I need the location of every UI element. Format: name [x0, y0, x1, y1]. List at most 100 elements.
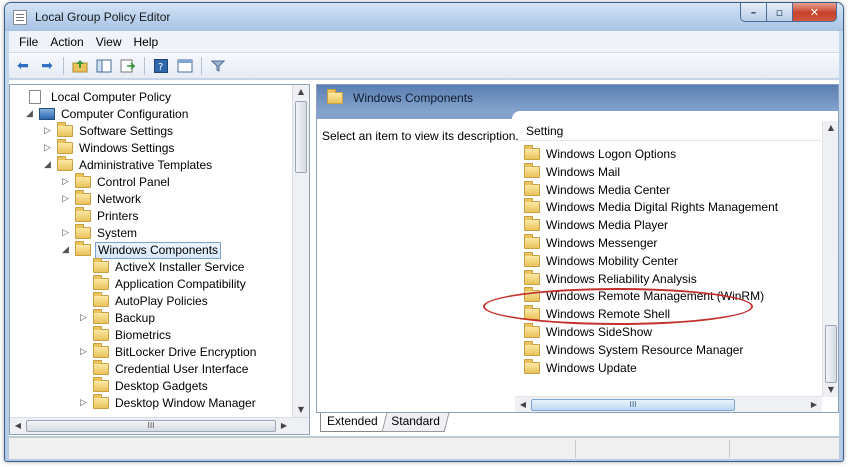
list-hscroll-thumb[interactable]: III — [531, 399, 735, 411]
tree-node[interactable]: Credential User Interface — [10, 360, 292, 378]
column-header-setting[interactable]: Setting — [515, 121, 821, 141]
expand-arrow-icon[interactable]: ▷ — [80, 347, 89, 358]
tree-node[interactable]: ▷ BitLocker Drive Encryption — [10, 343, 292, 361]
tree-node-label: ActiveX Installer Service — [115, 260, 245, 274]
scroll-down-arrow-icon[interactable]: ▼ — [293, 403, 309, 417]
tree-node[interactable]: ▷ System — [10, 224, 292, 242]
scroll-left-arrow-icon[interactable]: ◀ — [516, 398, 530, 412]
minimize-button[interactable]: – — [740, 3, 767, 22]
tree-scroll-thumb[interactable] — [295, 101, 307, 173]
tree-node[interactable]: ▷ Desktop Window Manager — [10, 394, 292, 412]
tree-node[interactable]: Printers — [10, 207, 292, 225]
expand-arrow-icon[interactable]: ▷ — [80, 313, 89, 324]
tree-hscroll-thumb[interactable]: III — [26, 420, 276, 432]
tree-node-label: Desktop Window Manager — [115, 396, 256, 410]
tree-node-label: AutoPlay Policies — [115, 294, 208, 308]
scroll-right-arrow-icon[interactable]: ▶ — [807, 398, 821, 412]
title-bar[interactable]: Local Group Policy Editor – ▫ ✕ — [5, 3, 843, 31]
expand-arrow-icon[interactable]: ▷ — [62, 194, 71, 205]
list-item[interactable]: Windows Reliability Analysis — [522, 269, 822, 289]
tree-node[interactable]: ▷ Control Panel — [10, 173, 292, 191]
list-vertical-scrollbar[interactable]: ▲ ▼ — [822, 121, 838, 397]
help-icon[interactable]: ? — [151, 56, 171, 76]
tree-node[interactable]: AutoPlay Policies — [10, 292, 292, 310]
folder-icon — [524, 305, 540, 321]
scroll-left-arrow-icon[interactable]: ◀ — [11, 419, 25, 433]
folder-icon — [524, 198, 540, 214]
tree-node-label: Application Compatibility — [115, 277, 246, 291]
folder-icon — [524, 251, 540, 267]
setting-label: Windows System Resource Manager — [546, 342, 744, 357]
tree-node[interactable]: Application Compatibility — [10, 275, 292, 293]
maximize-button[interactable]: ▫ — [767, 3, 793, 22]
tab-extended[interactable]: Extended — [320, 413, 384, 432]
folder-icon — [524, 180, 540, 196]
list-item[interactable]: Windows Remote Shell — [522, 305, 822, 324]
list-item[interactable]: Windows Logon Options — [522, 145, 822, 164]
expand-arrow-icon[interactable]: ▷ — [62, 177, 71, 188]
expand-arrow-icon[interactable]: ▷ — [44, 143, 53, 154]
tree-node-label: System — [97, 226, 138, 240]
list-scroll-thumb[interactable] — [825, 325, 837, 383]
list-item[interactable]: Windows Mail — [522, 162, 822, 182]
tree-node[interactable]: ▷ Backup — [10, 309, 292, 327]
tree-node[interactable]: ▷ Software Settings — [10, 122, 292, 140]
app-window: Local Group Policy Editor – ▫ ✕ File Act… — [4, 2, 844, 462]
list-item[interactable]: Windows SideShow — [522, 322, 822, 342]
collapse-arrow-icon[interactable]: ◢ — [62, 245, 71, 256]
forward-icon[interactable]: ➡ — [37, 56, 57, 76]
folder-icon — [93, 360, 109, 375]
list-item[interactable]: Windows Media Digital Rights Management — [522, 198, 822, 217]
status-bar — [9, 437, 839, 459]
list-horizontal-scrollbar[interactable]: ◀ III ▶ — [515, 396, 822, 412]
scroll-up-arrow-icon[interactable]: ▲ — [293, 85, 309, 99]
expand-arrow-icon[interactable]: ▷ — [80, 398, 89, 409]
tree-node[interactable]: ◢ Computer Configuration — [10, 106, 292, 123]
scroll-right-arrow-icon[interactable]: ▶ — [277, 419, 291, 433]
setting-label: Windows Media Player — [546, 218, 669, 233]
list-item[interactable]: Windows Media Player — [522, 216, 822, 235]
tree-node[interactable]: Local Computer Policy — [10, 89, 292, 106]
scroll-down-arrow-icon[interactable]: ▼ — [823, 383, 838, 397]
tab-standard[interactable]: Standard — [381, 413, 450, 432]
menu-file[interactable]: File — [13, 35, 44, 49]
properties-icon[interactable] — [175, 56, 195, 76]
tree-node[interactable]: ◢ Administrative Templates — [10, 156, 292, 174]
collapse-arrow-icon[interactable]: ◢ — [44, 160, 53, 171]
list-item[interactable]: Windows Remote Management (WinRM) — [522, 287, 822, 306]
tree-horizontal-scrollbar[interactable]: ◀ III ▶ — [10, 417, 309, 434]
menu-help[interactable]: Help — [128, 35, 165, 49]
tree-node[interactable]: Biometrics — [10, 326, 292, 344]
tree-node[interactable]: ◢ Windows Components — [10, 241, 292, 259]
expand-arrow-icon[interactable]: ▷ — [44, 126, 53, 137]
up-folder-icon[interactable] — [70, 56, 90, 76]
export-list-icon[interactable] — [118, 56, 138, 76]
tree-node[interactable]: Desktop Gadgets — [10, 377, 292, 395]
scroll-up-arrow-icon[interactable]: ▲ — [823, 121, 838, 135]
show-hide-console-tree-icon[interactable] — [94, 56, 114, 76]
list-item[interactable]: Windows Messenger — [522, 233, 822, 253]
tree-node-label: Administrative Templates — [79, 158, 213, 172]
list-item[interactable]: Windows Update — [522, 358, 822, 378]
menu-view[interactable]: View — [90, 35, 128, 49]
toolbar: ⬅ ➡ ? — [9, 53, 839, 79]
setting-label: Windows Remote Management (WinRM) — [546, 289, 765, 304]
list-item[interactable]: Windows Media Center — [522, 180, 822, 200]
tree-list: Local Computer Policy ◢ Computer Configura… — [10, 89, 292, 412]
tab-standard-label: Standard — [391, 414, 440, 428]
content-area: Local Computer Policy ◢ Computer Configura… — [9, 80, 839, 436]
tree-node-label: Control Panel — [97, 175, 170, 189]
folder-icon — [524, 322, 540, 338]
expand-arrow-icon[interactable]: ▷ — [62, 228, 71, 239]
tree-vertical-scrollbar[interactable]: ▲ ▼ — [292, 85, 309, 417]
tree-node[interactable]: ▷ Windows Settings — [10, 139, 292, 157]
tree-node[interactable]: ▷ Network — [10, 190, 292, 208]
filter-icon[interactable] — [208, 56, 228, 76]
list-item[interactable]: Windows System Resource Manager — [522, 340, 822, 360]
tree-node[interactable]: ActiveX Installer Service — [10, 258, 292, 276]
collapse-arrow-icon[interactable]: ◢ — [26, 109, 35, 120]
back-icon[interactable]: ⬅ — [13, 56, 33, 76]
list-item[interactable]: Windows Mobility Center — [522, 251, 822, 271]
menu-action[interactable]: Action — [44, 35, 89, 49]
close-button[interactable]: ✕ — [793, 3, 837, 22]
